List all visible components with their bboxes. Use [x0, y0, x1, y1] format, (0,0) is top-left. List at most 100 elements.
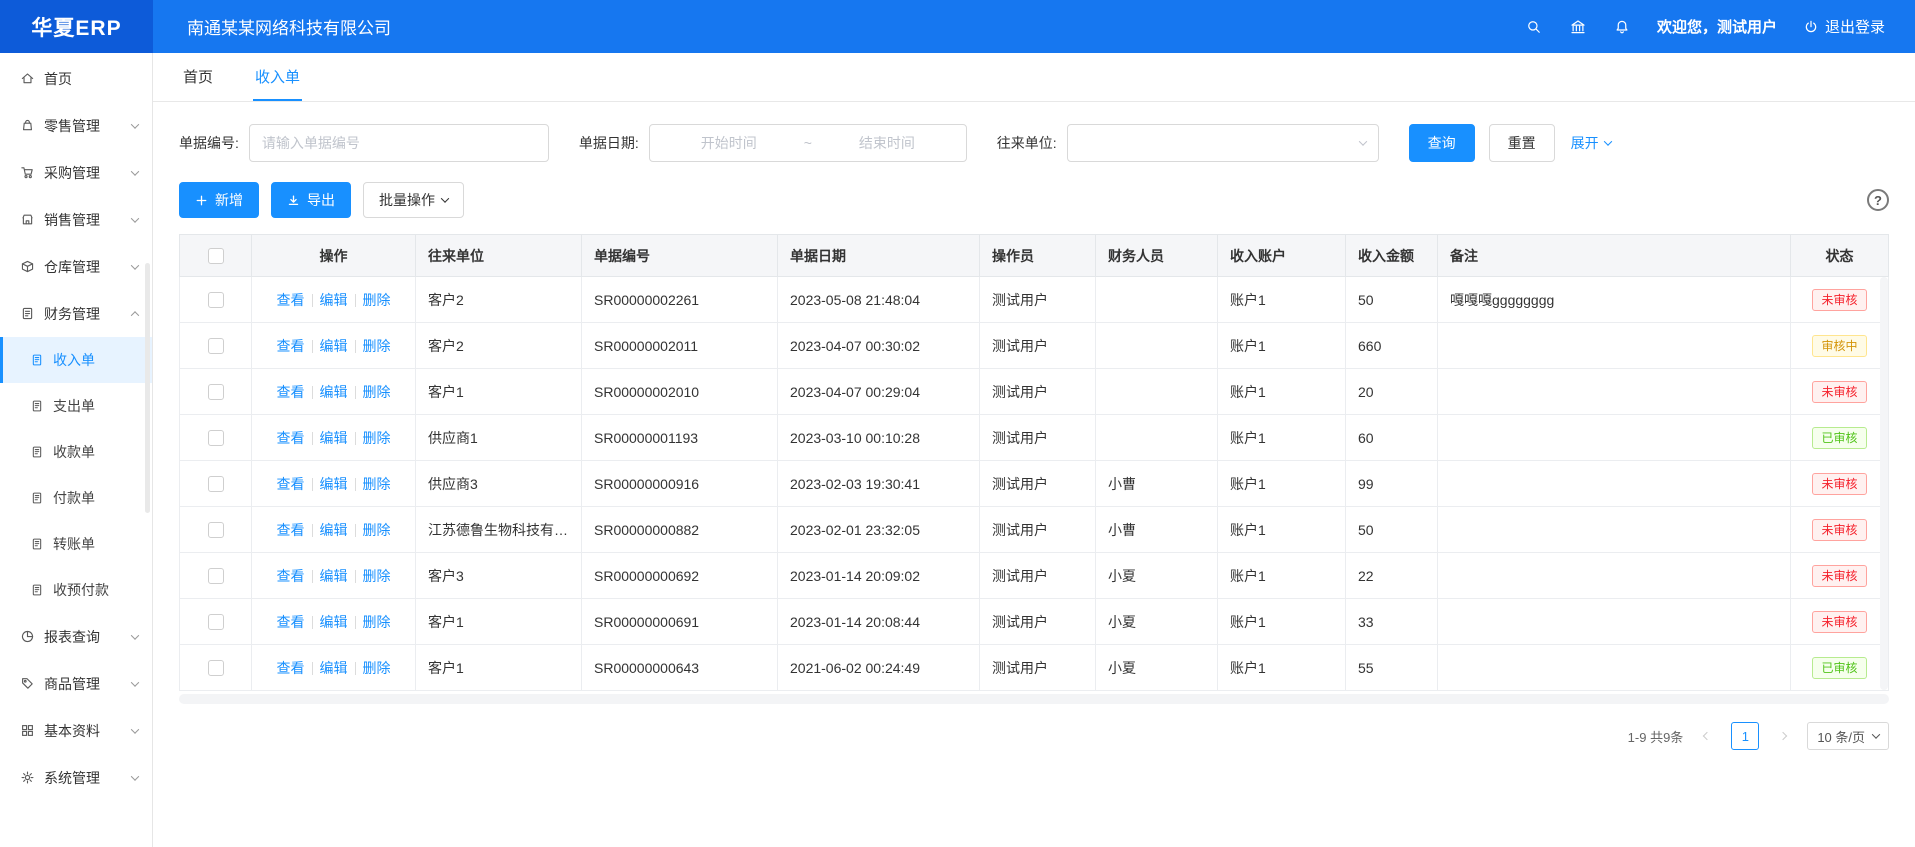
sidebar-item-purchase[interactable]: 采购管理 — [0, 149, 152, 196]
export-button[interactable]: 导出 — [271, 182, 351, 218]
row-checkbox[interactable] — [208, 384, 224, 400]
row-checkbox[interactable] — [208, 476, 224, 492]
page-size-select[interactable]: 10 条/页 — [1807, 722, 1889, 750]
sidebar-item-label: 收入单 — [53, 350, 95, 370]
next-page-button[interactable] — [1769, 722, 1797, 750]
edit-link[interactable]: 编辑 — [320, 430, 348, 446]
cell-income-account: 账户1 — [1218, 599, 1346, 645]
edit-link[interactable]: 编辑 — [320, 522, 348, 538]
table-horizontal-scrollbar[interactable] — [179, 694, 1889, 704]
status-badge: 未审核 — [1812, 289, 1866, 311]
view-link[interactable]: 查看 — [277, 522, 305, 538]
partner-select[interactable] — [1067, 124, 1379, 162]
document-icon — [30, 353, 44, 367]
sidebar-item-goods[interactable]: 商品管理 — [0, 660, 152, 707]
edit-link[interactable]: 编辑 — [320, 614, 348, 630]
sidebar-item-transfer-bill[interactable]: 转账单 — [0, 521, 152, 567]
add-button[interactable]: 新增 — [179, 182, 259, 218]
view-link[interactable]: 查看 — [277, 476, 305, 492]
sidebar-item-label: 报表查询 — [44, 627, 100, 647]
view-link[interactable]: 查看 — [277, 568, 305, 584]
cell-finance-person: 小夏 — [1096, 553, 1218, 599]
edit-link[interactable]: 编辑 — [320, 384, 348, 400]
table-vertical-scrollbar[interactable] — [1880, 277, 1888, 690]
sidebar-item-baseinfo[interactable]: 基本资料 — [0, 707, 152, 754]
edit-link[interactable]: 编辑 — [320, 568, 348, 584]
row-checkbox[interactable] — [208, 430, 224, 446]
cell-operation: 查看编辑删除 — [252, 599, 416, 645]
logout-button[interactable]: 退出登录 — [1803, 16, 1885, 37]
delete-link[interactable]: 删除 — [363, 614, 391, 630]
cell-operator: 测试用户 — [980, 415, 1096, 461]
row-checkbox[interactable] — [208, 660, 224, 676]
row-checkbox[interactable] — [208, 338, 224, 354]
goods-icon — [20, 676, 35, 691]
status-badge: 未审核 — [1812, 473, 1866, 495]
sidebar-item-retail[interactable]: 零售管理 — [0, 102, 152, 149]
sidebar-item-finance[interactable]: 财务管理 — [0, 290, 152, 337]
view-link[interactable]: 查看 — [277, 292, 305, 308]
view-link[interactable]: 查看 — [277, 338, 305, 354]
row-checkbox[interactable] — [208, 522, 224, 538]
chevron-left-icon — [1703, 732, 1711, 740]
user-welcome[interactable]: 欢迎您，测试用户 — [1657, 16, 1777, 37]
sidebar-item-income-bill[interactable]: 收入单 — [0, 337, 152, 383]
sidebar-item-payment-bill[interactable]: 付款单 — [0, 475, 152, 521]
chevron-down-icon — [131, 772, 139, 780]
tab-income-bill[interactable]: 收入单 — [253, 53, 302, 101]
edit-link[interactable]: 编辑 — [320, 292, 348, 308]
delete-link[interactable]: 删除 — [363, 522, 391, 538]
delete-link[interactable]: 删除 — [363, 430, 391, 446]
row-checkbox[interactable] — [208, 614, 224, 630]
view-link[interactable]: 查看 — [277, 384, 305, 400]
view-link[interactable]: 查看 — [277, 660, 305, 676]
page-number-button[interactable]: 1 — [1731, 722, 1759, 750]
table-row: 查看编辑删除 供应商1 SR00000001193 2023-03-10 00:… — [180, 415, 1889, 461]
help-icon[interactable]: ? — [1867, 189, 1889, 211]
divider — [312, 662, 313, 675]
tab-home[interactable]: 首页 — [181, 53, 215, 101]
sidebar-item-system[interactable]: 系统管理 — [0, 754, 152, 801]
sidebar-item-expense-bill[interactable]: 支出单 — [0, 383, 152, 429]
cell-bill-no: SR00000000643 — [582, 645, 778, 691]
delete-link[interactable]: 删除 — [363, 384, 391, 400]
reset-button[interactable]: 重置 — [1489, 124, 1555, 162]
sidebar-item-receipt-bill[interactable]: 收款单 — [0, 429, 152, 475]
status-badge: 已审核 — [1812, 427, 1866, 449]
sidebar-scrollbar[interactable] — [145, 263, 150, 513]
cell-bill-date: 2023-02-01 23:32:05 — [778, 507, 980, 553]
sidebar-item-advance-payment[interactable]: 收预付款 — [0, 567, 152, 613]
delete-link[interactable]: 删除 — [363, 292, 391, 308]
bill-no-input[interactable] — [249, 124, 549, 162]
date-start-input[interactable] — [658, 134, 800, 152]
sidebar-item-sales[interactable]: 销售管理 — [0, 196, 152, 243]
row-checkbox[interactable] — [208, 292, 224, 308]
cell-operator: 测试用户 — [980, 369, 1096, 415]
search-button[interactable]: 查询 — [1409, 124, 1475, 162]
row-checkbox[interactable] — [208, 568, 224, 584]
prev-page-button[interactable] — [1693, 722, 1721, 750]
edit-link[interactable]: 编辑 — [320, 338, 348, 354]
delete-link[interactable]: 删除 — [363, 476, 391, 492]
notification-bell-icon[interactable] — [1613, 18, 1631, 36]
search-icon[interactable] — [1525, 18, 1543, 36]
select-all-checkbox[interactable] — [208, 248, 224, 264]
batch-operation-button[interactable]: 批量操作 — [363, 182, 464, 218]
edit-link[interactable]: 编辑 — [320, 476, 348, 492]
edit-link[interactable]: 编辑 — [320, 660, 348, 676]
sidebar-item-report[interactable]: 报表查询 — [0, 613, 152, 660]
sidebar-item-warehouse[interactable]: 仓库管理 — [0, 243, 152, 290]
platform-bank-icon[interactable] — [1569, 18, 1587, 36]
col-income-account: 收入账户 — [1218, 235, 1346, 277]
cell-status: 未审核 — [1791, 461, 1889, 507]
date-end-input[interactable] — [816, 134, 958, 152]
delete-link[interactable]: 删除 — [363, 338, 391, 354]
expand-filters-link[interactable]: 展开 — [1571, 133, 1611, 153]
cell-finance-person: 小曹 — [1096, 507, 1218, 553]
delete-link[interactable]: 删除 — [363, 660, 391, 676]
delete-link[interactable]: 删除 — [363, 568, 391, 584]
sidebar-item-home[interactable]: 首页 — [0, 55, 152, 102]
view-link[interactable]: 查看 — [277, 430, 305, 446]
view-link[interactable]: 查看 — [277, 614, 305, 630]
status-badge: 未审核 — [1812, 519, 1866, 541]
